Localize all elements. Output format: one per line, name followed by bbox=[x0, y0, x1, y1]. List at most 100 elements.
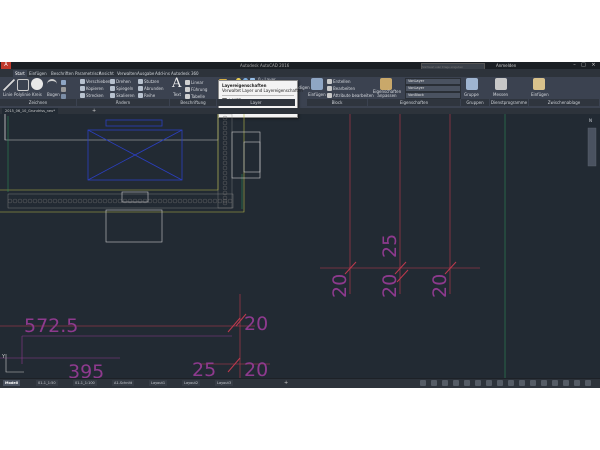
ortho-icon[interactable] bbox=[453, 380, 459, 386]
isolate-icon[interactable] bbox=[552, 380, 558, 386]
green-lines bbox=[7, 114, 506, 378]
hatch-pattern bbox=[7, 115, 233, 206]
viewcube-label: N bbox=[589, 118, 592, 123]
leader-tool-icon[interactable] bbox=[185, 87, 190, 92]
application-menu-button[interactable]: A bbox=[1, 62, 11, 69]
rectangle-tool-icon[interactable] bbox=[61, 80, 66, 85]
arc-tool-icon[interactable] bbox=[47, 79, 57, 89]
modify-strecken-icon[interactable] bbox=[80, 93, 85, 98]
modify-reihe-icon[interactable] bbox=[138, 93, 143, 98]
modify-abrunden-icon[interactable] bbox=[138, 86, 143, 91]
linear-dimension-label[interactable]: Linear bbox=[191, 80, 203, 85]
layout-tab-layout3[interactable]: Layout3 bbox=[215, 380, 234, 386]
modify-strecken-label[interactable]: Strecken bbox=[86, 93, 104, 98]
clean-screen-icon[interactable] bbox=[574, 380, 580, 386]
selection-cycling-icon[interactable] bbox=[519, 380, 525, 386]
ribbon-tab-einf-gen[interactable]: Einfügen bbox=[27, 70, 49, 77]
minimize-icon[interactable]: – bbox=[570, 62, 579, 69]
transparency-icon[interactable] bbox=[508, 380, 514, 386]
sign-in-link[interactable]: Anmelden bbox=[496, 62, 516, 69]
edit-attributes-label[interactable]: Attribute bearbeiten bbox=[333, 93, 374, 98]
panel-label-layer[interactable]: Layer bbox=[217, 99, 295, 106]
layout-tab-layout1[interactable]: Layout1 bbox=[149, 380, 168, 386]
color-dropdown[interactable]: VonLayer bbox=[405, 78, 461, 85]
leader-tool-label[interactable]: Führung bbox=[191, 87, 207, 92]
paste-label: Einfügen bbox=[531, 92, 549, 97]
linetype-dropdown[interactable]: VonBlock bbox=[405, 92, 461, 99]
osnap-icon[interactable] bbox=[475, 380, 481, 386]
add-layout-icon[interactable]: + bbox=[284, 380, 288, 386]
layout-tab-layout2[interactable]: Layout2 bbox=[182, 380, 201, 386]
navigation-bar bbox=[587, 127, 597, 167]
layout-tab-01-1-1-100[interactable]: 01-1_1:100 bbox=[73, 380, 97, 386]
panel-label-block[interactable]: Block bbox=[307, 99, 367, 106]
polyline-tool-icon[interactable] bbox=[17, 79, 29, 91]
modify-kopieren-label[interactable]: Kopieren bbox=[86, 86, 104, 91]
paste-icon[interactable] bbox=[533, 78, 545, 90]
model-space-icon[interactable] bbox=[420, 380, 426, 386]
insert-block-label: Einfügen bbox=[308, 92, 326, 97]
ucs-icon bbox=[5, 354, 24, 373]
panel-label-eigenschaften[interactable]: Eigenschaften bbox=[368, 99, 460, 106]
panel-label-beschriftung[interactable]: Beschriftung bbox=[170, 99, 216, 106]
modify-spiegeln-label[interactable]: Spiegeln bbox=[116, 86, 133, 91]
customize-icon[interactable] bbox=[585, 380, 591, 386]
polar-icon[interactable] bbox=[464, 380, 470, 386]
panel-label-zeichnen[interactable]: Zeichnen bbox=[0, 99, 76, 106]
modify-skalieren-label[interactable]: Skalieren bbox=[116, 93, 134, 98]
panel-label-dienstprogramme[interactable]: Dienstprogramme bbox=[490, 99, 528, 106]
group-icon[interactable] bbox=[466, 78, 478, 90]
panel-label-gruppen[interactable]: Gruppen bbox=[461, 99, 489, 106]
modify-kopieren-icon[interactable] bbox=[80, 86, 85, 91]
dimension-text: 395 bbox=[68, 361, 104, 378]
create-block-icon[interactable] bbox=[327, 79, 332, 84]
lineweight-icon[interactable] bbox=[497, 380, 503, 386]
ribbon-tab-start[interactable]: Start bbox=[13, 70, 27, 77]
layout-tab-a1-schnitt[interactable]: A1-Schnitt bbox=[112, 380, 135, 386]
measure-icon[interactable] bbox=[495, 78, 507, 90]
line-tool-label: Linie bbox=[3, 92, 13, 97]
modify-drehen-icon[interactable] bbox=[110, 79, 115, 84]
dimension-text: 20 bbox=[244, 313, 268, 335]
annotation-scale-icon[interactable] bbox=[530, 380, 536, 386]
create-block-label[interactable]: Erstellen bbox=[333, 79, 351, 84]
maximize-icon[interactable]: □ bbox=[579, 62, 588, 69]
ribbon-tab-ansicht[interactable]: Ansicht bbox=[97, 70, 116, 77]
edit-block-icon[interactable] bbox=[327, 86, 332, 91]
text-tool-icon[interactable]: A bbox=[172, 76, 181, 91]
layout-tab-modell[interactable]: Modell bbox=[3, 380, 21, 386]
modify-stutzen-label[interactable]: Stutzen bbox=[144, 79, 159, 84]
layout-tab-01-1-1-50[interactable]: 01-1_1:50 bbox=[36, 380, 58, 386]
grid-icon[interactable] bbox=[431, 380, 437, 386]
hardware-accel-icon[interactable] bbox=[563, 380, 569, 386]
dimension-text: 20 bbox=[379, 274, 401, 298]
linear-dimension-icon[interactable] bbox=[185, 80, 190, 85]
modify-spiegeln-icon[interactable] bbox=[110, 86, 115, 91]
edit-block-label[interactable]: Bearbeiten bbox=[333, 86, 355, 91]
circle-tool-icon[interactable] bbox=[31, 78, 43, 90]
dimension-text: 20 bbox=[244, 359, 268, 378]
window-title: Autodesk AutoCAD 2016 bbox=[240, 63, 290, 68]
lineweight-dropdown[interactable]: VonLayer bbox=[405, 85, 461, 92]
otrack-icon[interactable] bbox=[486, 380, 492, 386]
close-icon[interactable]: × bbox=[589, 62, 598, 69]
panel-label-zwischenablage[interactable]: Zwischenablage bbox=[529, 99, 599, 106]
insert-block-icon[interactable] bbox=[311, 78, 323, 90]
edit-attributes-icon[interactable] bbox=[327, 93, 332, 98]
panel-label--ndern[interactable]: Ändern bbox=[77, 99, 169, 106]
drawing-canvas[interactable]: Y 572.5 395 20 20 25 20 20 25 20 N bbox=[0, 114, 600, 378]
modify-verschieben-label[interactable]: Verschieben bbox=[86, 79, 110, 84]
dimension-text: 572.5 bbox=[24, 315, 78, 337]
modify-skalieren-icon[interactable] bbox=[110, 93, 115, 98]
workspace-icon[interactable] bbox=[541, 380, 547, 386]
hatch-tool-icon[interactable] bbox=[61, 87, 66, 92]
snap-icon[interactable] bbox=[442, 380, 448, 386]
modify-abrunden-label[interactable]: Abrunden bbox=[144, 86, 164, 91]
ribbon-tab-beschriften[interactable]: Beschriften bbox=[49, 70, 76, 77]
modify-verschieben-icon[interactable] bbox=[80, 79, 85, 84]
group-label: Gruppe bbox=[464, 92, 479, 97]
modify-drehen-label[interactable]: Drehen bbox=[116, 79, 131, 84]
modify-stutzen-icon[interactable] bbox=[138, 79, 143, 84]
modify-reihe-label[interactable]: Reihe bbox=[144, 93, 155, 98]
line-tool-icon[interactable] bbox=[3, 79, 15, 91]
